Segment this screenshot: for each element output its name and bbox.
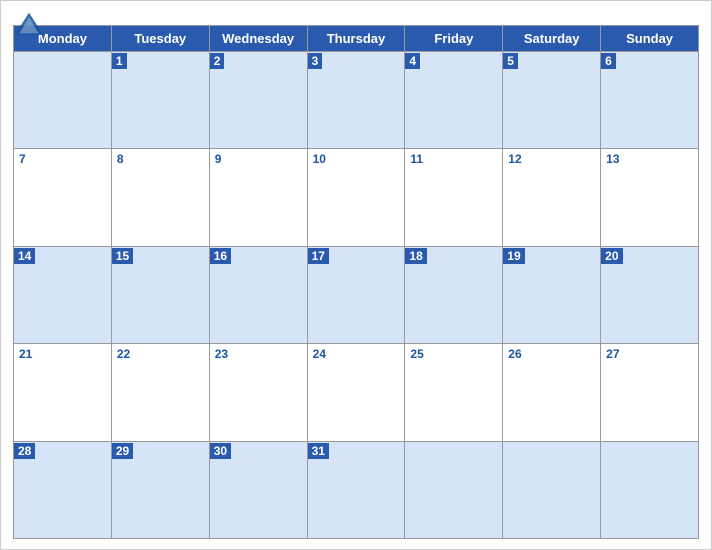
day-header-thursday: Thursday	[308, 26, 406, 52]
day-number: 13	[601, 149, 698, 169]
day-number: 26	[503, 344, 600, 364]
day-cell: 6	[601, 52, 699, 149]
day-cell: 28	[14, 442, 112, 539]
day-number: 17	[308, 248, 329, 264]
day-number: 25	[405, 344, 502, 364]
calendar-header	[13, 11, 699, 19]
day-number: 5	[503, 53, 518, 69]
day-cell: 12	[503, 149, 601, 246]
day-number: 18	[405, 248, 426, 264]
week-row-5: 28 29 30 31	[14, 442, 699, 539]
week-row-2: 78910111213	[14, 149, 699, 246]
day-cell: 1	[112, 52, 210, 149]
day-number: 7	[14, 149, 111, 169]
day-cell: 22	[112, 344, 210, 441]
day-cell: 11	[405, 149, 503, 246]
week-row-4: 21222324252627	[14, 344, 699, 441]
day-cell: 25	[405, 344, 503, 441]
day-number: 23	[210, 344, 307, 364]
day-number: 19	[503, 248, 524, 264]
generalblue-logo-icon	[13, 11, 45, 39]
day-number: 14	[14, 248, 35, 264]
day-number: 3	[308, 53, 323, 69]
day-cell	[405, 442, 503, 539]
day-number: 8	[112, 149, 209, 169]
day-cell: 10	[308, 149, 406, 246]
day-header-saturday: Saturday	[503, 26, 601, 52]
day-number: 4	[405, 53, 420, 69]
day-number: 9	[210, 149, 307, 169]
day-number: 27	[601, 344, 698, 364]
day-number: 15	[112, 248, 133, 264]
day-number: 11	[405, 149, 502, 169]
day-number: 28	[14, 443, 35, 459]
day-cell	[503, 442, 601, 539]
day-headers: MondayTuesdayWednesdayThursdayFridaySatu…	[14, 26, 699, 52]
day-number: 10	[308, 149, 405, 169]
day-header-sunday: Sunday	[601, 26, 699, 52]
day-cell: 5	[503, 52, 601, 149]
day-cell: 26	[503, 344, 601, 441]
day-cell	[601, 442, 699, 539]
day-number: 29	[112, 443, 133, 459]
day-cell: 7	[14, 149, 112, 246]
day-cell: 14	[14, 247, 112, 344]
calendar-weeks: 1234567891011121314151617181920212223242…	[14, 52, 699, 539]
day-cell: 16	[210, 247, 308, 344]
day-cell: 20	[601, 247, 699, 344]
calendar-grid: MondayTuesdayWednesdayThursdayFridaySatu…	[13, 25, 699, 539]
day-cell: 23	[210, 344, 308, 441]
day-cell: 3	[308, 52, 406, 149]
day-cell: 19	[503, 247, 601, 344]
day-cell: 17	[308, 247, 406, 344]
day-cell: 31	[308, 442, 406, 539]
day-cell	[14, 52, 112, 149]
day-number: 2	[210, 53, 225, 69]
day-cell: 29	[112, 442, 210, 539]
day-number: 21	[14, 344, 111, 364]
day-cell: 4	[405, 52, 503, 149]
logo-area	[13, 11, 47, 39]
day-number: 12	[503, 149, 600, 169]
day-cell: 13	[601, 149, 699, 246]
day-cell: 24	[308, 344, 406, 441]
day-cell: 30	[210, 442, 308, 539]
day-number: 6	[601, 53, 616, 69]
week-row-1: 1 2 3 4 5 6	[14, 52, 699, 149]
day-number: 24	[308, 344, 405, 364]
day-header-wednesday: Wednesday	[210, 26, 308, 52]
day-cell: 18	[405, 247, 503, 344]
day-cell: 8	[112, 149, 210, 246]
day-number: 30	[210, 443, 231, 459]
day-header-tuesday: Tuesday	[112, 26, 210, 52]
day-cell: 15	[112, 247, 210, 344]
day-number: 16	[210, 248, 231, 264]
day-cell: 21	[14, 344, 112, 441]
day-number: 31	[308, 443, 329, 459]
logo-container	[13, 11, 47, 39]
day-cell: 9	[210, 149, 308, 246]
day-header-friday: Friday	[405, 26, 503, 52]
day-number: 1	[112, 53, 127, 69]
day-cell: 27	[601, 344, 699, 441]
calendar: MondayTuesdayWednesdayThursdayFridaySatu…	[0, 0, 712, 550]
day-number: 20	[601, 248, 622, 264]
day-number: 22	[112, 344, 209, 364]
day-cell: 2	[210, 52, 308, 149]
week-row-3: 14 15 16 17 18 19 20	[14, 247, 699, 344]
